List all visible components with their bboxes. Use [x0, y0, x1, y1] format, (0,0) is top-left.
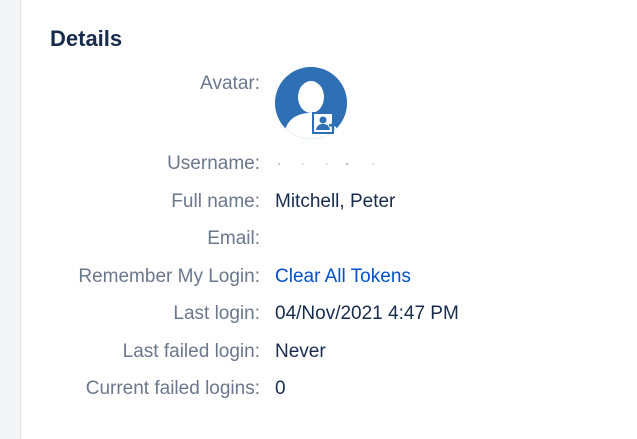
- email-row: Email:: [0, 225, 637, 253]
- last-login-label: Last login:: [173, 303, 260, 324]
- fullname-row: Full name: Mitchell, Peter: [0, 188, 637, 216]
- clear-all-tokens-link[interactable]: Clear All Tokens: [275, 263, 411, 291]
- redacted-username: [277, 162, 374, 166]
- fullname-value: Mitchell, Peter: [275, 191, 396, 212]
- last-login-value: 04/Nov/2021 4:47 PM: [275, 303, 459, 324]
- current-failed-logins-row: Current failed logins: 0: [0, 375, 637, 403]
- email-label: Email:: [207, 228, 260, 249]
- avatar-label: Avatar:: [200, 73, 260, 94]
- last-failed-login-value: Never: [275, 341, 326, 362]
- fullname-label: Full name:: [171, 191, 260, 212]
- last-failed-login-label: Last failed login:: [122, 341, 260, 362]
- details-list: Avatar: Username: Full name: Mitchell, P…: [0, 0, 637, 439]
- current-failed-logins-label: Current failed logins:: [85, 378, 260, 399]
- username-row: Username:: [0, 150, 637, 178]
- current-failed-logins-value: 0: [275, 378, 286, 399]
- username-label: Username:: [167, 153, 260, 174]
- remember-login-label: Remember My Login:: [78, 266, 260, 287]
- last-login-row: Last login: 04/Nov/2021 4:47 PM: [0, 300, 637, 328]
- remember-login-row: Remember My Login: Clear All Tokens: [0, 263, 637, 291]
- change-avatar-icon[interactable]: [312, 111, 338, 137]
- user-details-page: Details Avatar: Username: Full name: Mit…: [0, 0, 637, 439]
- last-failed-login-row: Last failed login: Never: [0, 338, 637, 366]
